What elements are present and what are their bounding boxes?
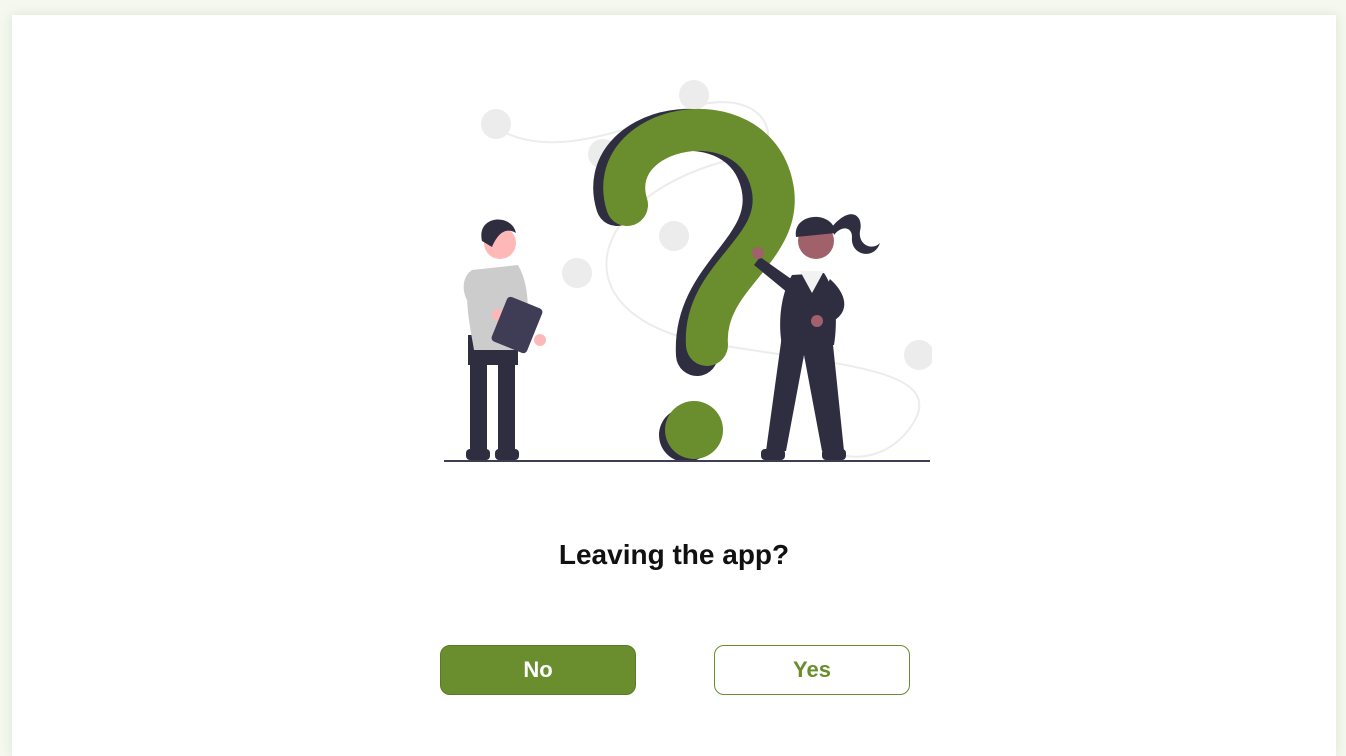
no-button[interactable]: No [440, 645, 636, 695]
exit-dialog: Leaving the app? No Yes [12, 15, 1336, 756]
dialog-title: Leaving the app? [558, 539, 790, 570]
yes-button[interactable]: Yes [714, 645, 910, 695]
question-people-illustration [444, 80, 932, 462]
man-figure [463, 219, 546, 460]
